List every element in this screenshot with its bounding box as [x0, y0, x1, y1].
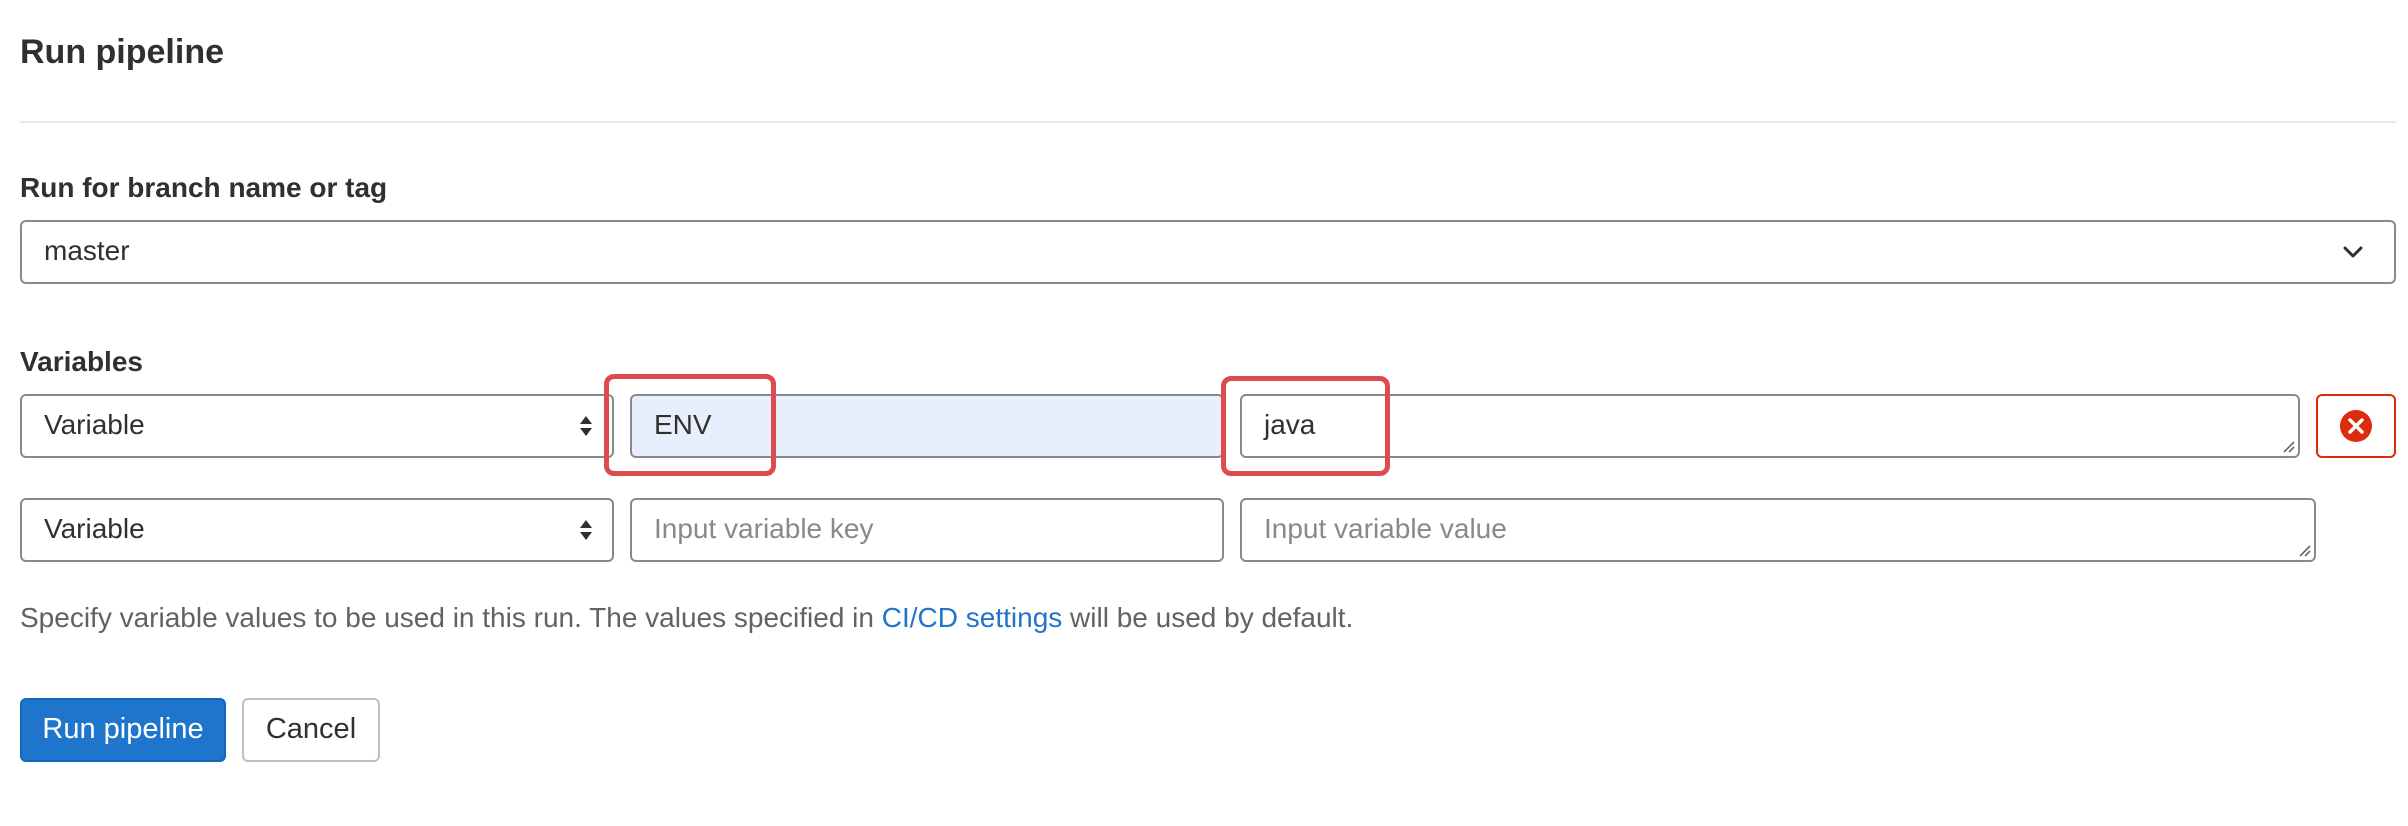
branch-label: Run for branch name or tag	[20, 172, 388, 203]
value-highlight-annotation	[1221, 376, 1390, 476]
resize-handle-icon[interactable]	[2281, 439, 2295, 453]
variable-type-value: Variable	[44, 409, 145, 440]
variable-value-placeholder: Input variable value	[1264, 513, 1507, 544]
chevron-down-icon	[2343, 246, 2363, 258]
ci-cd-settings-link[interactable]: CI/CD settings	[882, 602, 1063, 633]
help-text-before: Specify variable values to be used in th…	[20, 602, 882, 633]
branch-select-value: master	[44, 235, 130, 266]
key-highlight-annotation	[604, 374, 776, 476]
cancel-button[interactable]: Cancel	[242, 698, 380, 762]
divider	[20, 121, 2396, 123]
variable-type-value: Variable	[44, 513, 145, 544]
variables-label: Variables	[20, 346, 143, 377]
resize-handle-icon[interactable]	[2297, 543, 2311, 557]
sort-arrows-icon	[580, 416, 592, 436]
remove-icon	[2340, 410, 2372, 442]
page-title: Run pipeline	[20, 33, 224, 71]
variable-value-input[interactable]: java	[1240, 394, 2300, 458]
variable-key-input[interactable]: Input variable key	[630, 498, 1224, 562]
help-text-after: will be used by default.	[1062, 602, 1354, 633]
variable-value-input[interactable]: Input variable value	[1240, 498, 2316, 562]
remove-variable-button[interactable]	[2316, 394, 2396, 458]
branch-select[interactable]: master	[20, 220, 2396, 284]
variable-type-select[interactable]: Variable	[20, 394, 614, 458]
variable-key-placeholder: Input variable key	[654, 513, 874, 544]
run-pipeline-button[interactable]: Run pipeline	[20, 698, 226, 762]
variable-type-select[interactable]: Variable	[20, 498, 614, 562]
help-text: Specify variable values to be used in th…	[20, 598, 1353, 638]
sort-arrows-icon	[580, 520, 592, 540]
